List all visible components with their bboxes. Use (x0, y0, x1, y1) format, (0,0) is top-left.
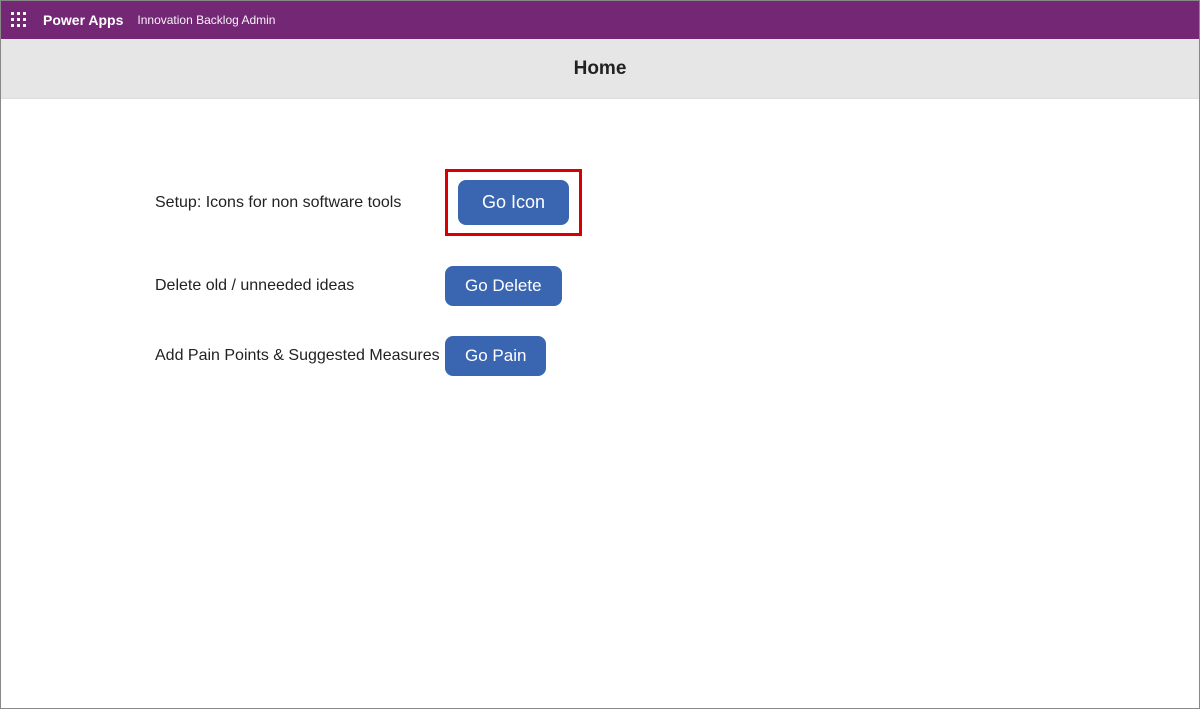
row-label-setup-icons: Setup: Icons for non software tools (155, 194, 445, 212)
row-label-delete-ideas: Delete old / unneeded ideas (155, 277, 445, 295)
row-delete-ideas: Delete old / unneeded ideas Go Delete (155, 266, 1199, 306)
app-launcher-icon[interactable] (11, 12, 27, 28)
top-bar: Power Apps Innovation Backlog Admin (1, 1, 1199, 39)
row-label-pain-points: Add Pain Points & Suggested Measures (155, 347, 445, 365)
page-title: Home (574, 58, 627, 80)
go-pain-button[interactable]: Go Pain (445, 336, 546, 376)
go-delete-button[interactable]: Go Delete (445, 266, 562, 306)
brand-label: Power Apps (43, 12, 123, 28)
content-area: Setup: Icons for non software tools Go I… (1, 99, 1199, 376)
row-setup-icons: Setup: Icons for non software tools Go I… (155, 169, 1199, 236)
row-pain-points: Add Pain Points & Suggested Measures Go … (155, 336, 1199, 376)
app-name-label: Innovation Backlog Admin (137, 13, 275, 27)
page-header: Home (1, 39, 1199, 99)
go-icon-button[interactable]: Go Icon (458, 180, 569, 225)
highlight-box: Go Icon (445, 169, 582, 236)
